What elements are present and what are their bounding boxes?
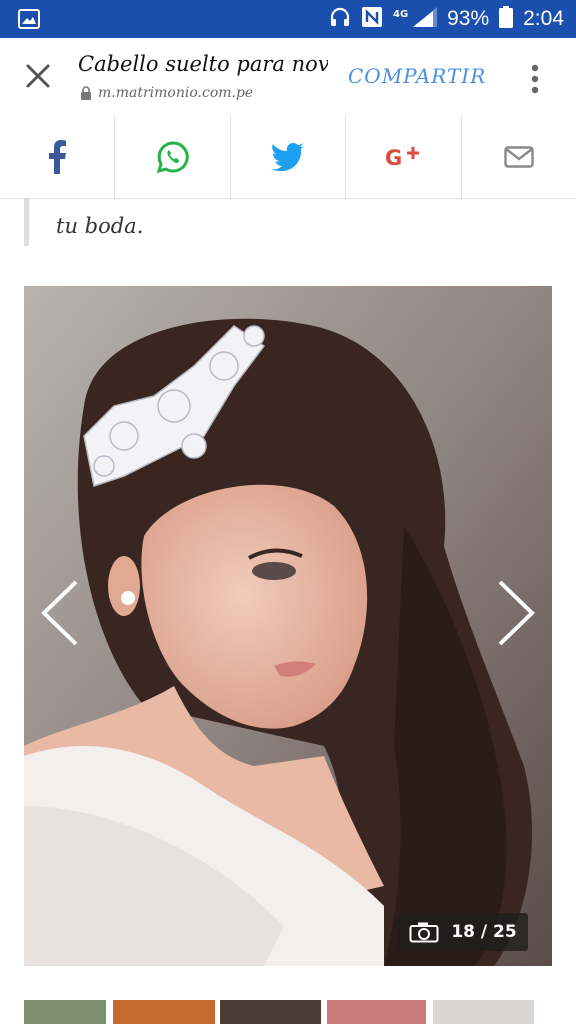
browser-toolbar: Cabello suelto para novi... m.matrimonio… (0, 38, 576, 117)
nfc-icon (361, 6, 383, 32)
facebook-icon (49, 140, 67, 174)
more-vert-icon (531, 64, 539, 94)
share-email-button[interactable] (462, 116, 576, 198)
more-options-button[interactable] (524, 62, 546, 96)
article-quote: tu boda. (24, 198, 544, 246)
chevron-left-icon (41, 580, 78, 646)
email-icon (504, 146, 534, 168)
thumbnail[interactable] (433, 1000, 534, 1024)
image-icon (18, 9, 40, 29)
thumbnail[interactable] (220, 1000, 321, 1024)
previous-photo-button[interactable] (38, 578, 82, 648)
url-text: m.matrimonio.com.pe (98, 85, 254, 101)
gallery-photo[interactable] (24, 286, 552, 966)
quote-text: tu boda. (56, 214, 144, 238)
google-plus-icon: G (385, 146, 420, 169)
clock: 2:04 (523, 7, 564, 30)
lock-icon (81, 86, 91, 100)
close-button[interactable] (22, 60, 54, 92)
share-button[interactable]: COMPARTIR (348, 64, 486, 88)
thumbnail-strip (24, 1000, 552, 1024)
battery-percent: 93% (447, 7, 490, 30)
whatsapp-icon (156, 141, 189, 174)
svg-text:G: G (385, 146, 402, 169)
camera-icon (409, 922, 439, 943)
signal-4g-icon: 4G (393, 6, 438, 32)
share-twitter-button[interactable] (231, 116, 347, 198)
next-photo-button[interactable] (494, 578, 538, 648)
page-url: m.matrimonio.com.pe (80, 85, 253, 101)
close-icon (26, 64, 50, 88)
photo-counter: 18 / 25 (451, 922, 517, 942)
thumbnail[interactable] (327, 1000, 426, 1024)
svg-text:4G: 4G (393, 9, 408, 20)
thumbnail[interactable] (113, 1000, 215, 1024)
photo-counter-badge: 18 / 25 (398, 913, 528, 951)
headphones-icon (329, 6, 351, 32)
page-title: Cabello suelto para novi... (78, 52, 328, 76)
status-bar: 4G 93% 2:04 (0, 0, 576, 38)
share-google-plus-button[interactable]: G (346, 116, 462, 198)
share-whatsapp-button[interactable] (115, 116, 231, 198)
chevron-right-icon (498, 580, 535, 646)
battery-icon (499, 6, 514, 32)
thumbnail[interactable] (24, 1000, 106, 1024)
share-bar: G (0, 116, 576, 199)
share-facebook-button[interactable] (0, 116, 116, 198)
twitter-icon (271, 143, 305, 171)
